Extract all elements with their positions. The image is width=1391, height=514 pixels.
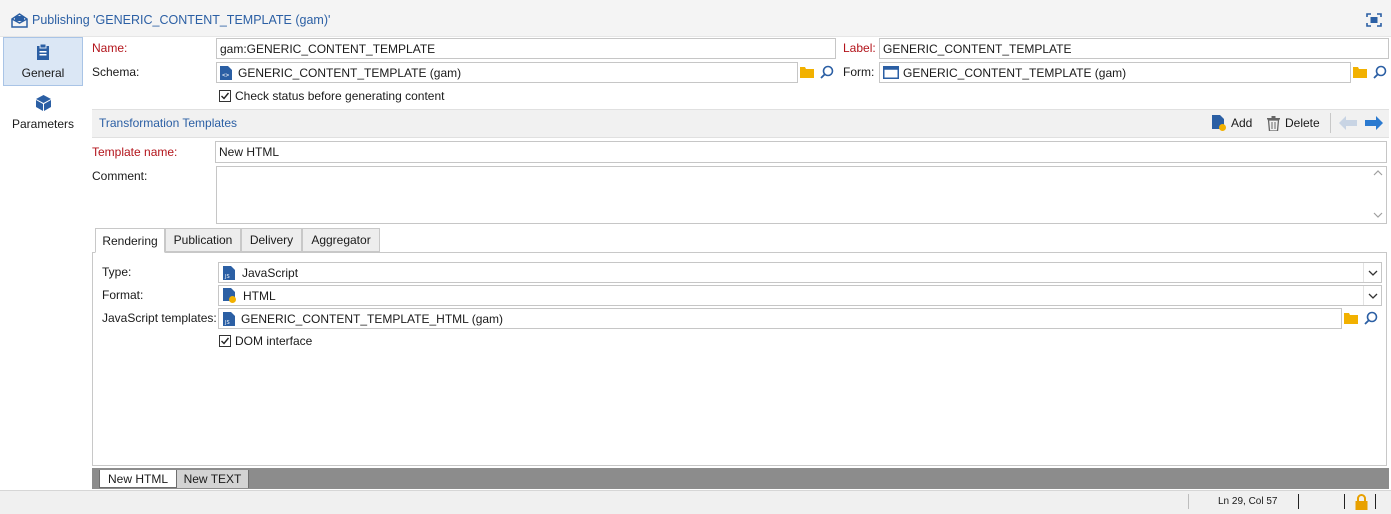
js-templates-folder-icon[interactable]: [1343, 310, 1359, 326]
transformation-section-title: Transformation Templates: [99, 116, 238, 130]
tab-aggregator[interactable]: Aggregator: [302, 228, 380, 252]
schema-search-icon[interactable]: [819, 64, 835, 80]
schema-value: GENERIC_CONTENT_TEMPLATE (gam): [238, 65, 462, 80]
form-search-icon[interactable]: [1372, 64, 1388, 80]
window-title: Publishing 'GENERIC_CONTENT_TEMPLATE (ga…: [32, 13, 331, 27]
trash-icon: [1267, 115, 1280, 131]
schema-icon: <>: [220, 65, 232, 80]
comment-textarea[interactable]: [216, 166, 1387, 224]
check-status-label: Check status before generating content: [235, 89, 445, 103]
status-bar: [0, 490, 1391, 514]
dom-interface-checkbox[interactable]: [219, 335, 231, 347]
tab-rendering[interactable]: Rendering: [95, 228, 165, 253]
sidebar-item-parameters[interactable]: Parameters: [3, 88, 83, 137]
clipboard-icon: [36, 43, 50, 63]
checkmark-icon: [221, 337, 230, 345]
form-value: GENERIC_CONTENT_TEMPLATE (gam): [903, 65, 1127, 80]
js-templates-value: GENERIC_CONTENT_TEMPLATE_HTML (gam): [241, 311, 504, 326]
schema-folder-icon[interactable]: [799, 64, 815, 80]
tab-delivery[interactable]: Delivery: [241, 228, 302, 252]
status-divider: [1298, 494, 1299, 509]
js-templates-search-icon[interactable]: [1363, 310, 1379, 326]
label-field[interactable]: GENERIC_CONTENT_TEMPLATE: [879, 38, 1389, 59]
name-label: Name:: [92, 41, 128, 55]
sidebar-item-label: General: [21, 65, 65, 80]
name-field[interactable]: gam:GENERIC_CONTENT_TEMPLATE: [216, 38, 836, 59]
delete-button[interactable]: Delete: [1267, 114, 1320, 132]
tab-publication[interactable]: Publication: [165, 228, 241, 252]
js-templates-label: JavaScript templates:: [102, 311, 217, 325]
form-window-icon: [883, 66, 899, 79]
next-arrow-icon[interactable]: [1365, 115, 1383, 131]
format-select[interactable]: HTML: [218, 285, 1382, 306]
add-button[interactable]: Add: [1212, 114, 1252, 132]
form-field[interactable]: GENERIC_CONTENT_TEMPLATE (gam): [879, 62, 1351, 83]
form-label: Form:: [843, 65, 875, 79]
status-divider: [1375, 494, 1376, 509]
svg-text:JS: JS: [224, 320, 230, 326]
type-value: JavaScript: [242, 265, 299, 280]
sidebar-item-general[interactable]: General: [3, 37, 83, 86]
chevron-down-icon[interactable]: [1363, 263, 1381, 282]
js-templates-field[interactable]: JS GENERIC_CONTENT_TEMPLATE_HTML (gam): [218, 308, 1342, 329]
toolbar-divider: [1330, 113, 1331, 133]
format-value: HTML: [243, 288, 276, 303]
schema-label: Schema:: [92, 65, 140, 79]
lock-icon: [1353, 493, 1369, 510]
chevron-down-icon[interactable]: [1363, 286, 1381, 305]
cursor-position: Ln 29, Col 57: [1218, 496, 1278, 507]
schema-field[interactable]: <> GENERIC_CONTENT_TEMPLATE (gam): [216, 62, 798, 83]
cube-icon: [35, 94, 51, 114]
status-divider: [1344, 494, 1345, 509]
template-tabs-strip: [92, 468, 1389, 489]
checkmark-icon: [221, 92, 230, 100]
status-divider: [1188, 494, 1189, 509]
add-template-icon: [1212, 115, 1226, 131]
javascript-file-icon: JS: [223, 311, 235, 326]
sidebar-item-label: Parameters: [11, 116, 75, 131]
label-label: Label:: [843, 41, 876, 55]
form-folder-icon[interactable]: [1352, 64, 1368, 80]
delete-label: Delete: [1285, 116, 1320, 130]
previous-arrow-icon[interactable]: [1339, 115, 1357, 131]
comment-label: Comment:: [92, 169, 148, 183]
maximize-icon[interactable]: [1365, 12, 1383, 28]
transformation-section-bar: [92, 109, 1389, 138]
template-name-label: Template name:: [92, 145, 178, 159]
template-tab-new-text[interactable]: New TEXT: [177, 470, 249, 488]
add-label: Add: [1231, 116, 1253, 130]
comment-scrollbar[interactable]: [1370, 167, 1386, 223]
template-tab-new-html[interactable]: New HTML: [99, 470, 177, 488]
template-name-field[interactable]: New HTML: [215, 141, 1387, 163]
type-select[interactable]: JS JavaScript: [218, 262, 1382, 283]
format-label: Format:: [102, 288, 144, 302]
publishing-icon: [11, 12, 28, 31]
check-status-checkbox[interactable]: [219, 90, 231, 102]
javascript-icon: JS: [223, 265, 235, 280]
html-format-icon: [223, 288, 237, 303]
svg-text:<>: <>: [222, 72, 230, 79]
svg-text:JS: JS: [224, 274, 230, 280]
dom-interface-label: DOM interface: [235, 334, 313, 348]
type-label: Type:: [102, 265, 132, 279]
